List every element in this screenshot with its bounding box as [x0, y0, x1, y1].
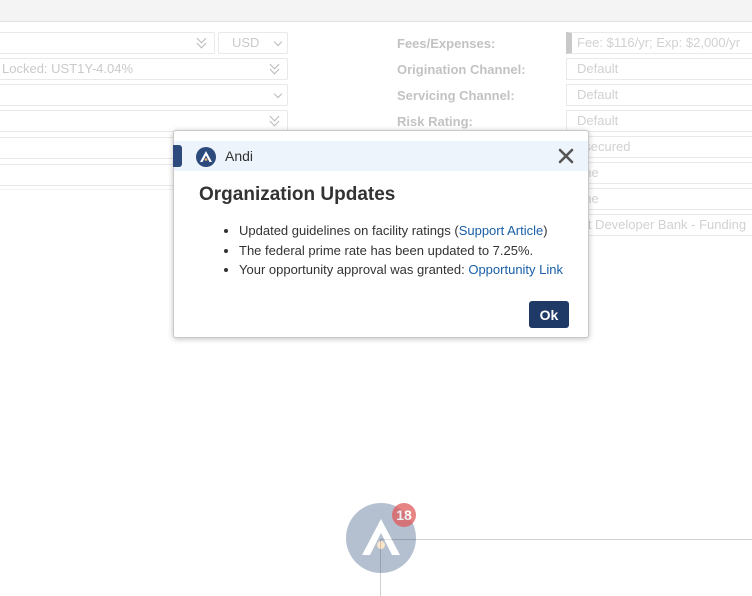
secured-field[interactable]: nsecured: [566, 136, 752, 158]
opportunity-link[interactable]: Opportunity Link: [468, 262, 563, 277]
currency-value: USD: [232, 35, 260, 50]
funding-field[interactable]: rst Developer Bank - Funding: [566, 214, 752, 236]
left-select-4[interactable]: [0, 110, 288, 132]
support-article-link[interactable]: Support Article: [459, 223, 544, 238]
left-field-6[interactable]: [0, 164, 178, 186]
field-none-1[interactable]: one: [566, 162, 752, 184]
servicing-label: Servicing Channel:: [397, 88, 515, 103]
dialog-title: Organization Updates: [199, 184, 396, 205]
field-none-2[interactable]: one: [566, 188, 752, 210]
updates-list: Updated guidelines on facility ratings (…: [199, 221, 563, 280]
list-item: The federal prime rate has been updated …: [239, 241, 563, 261]
risk-rating-label: Risk Rating:: [397, 114, 473, 129]
item-suffix: ): [543, 223, 548, 238]
risk-rating-field[interactable]: Default: [566, 110, 752, 132]
dialog-app-name: Andi: [225, 148, 254, 164]
top-bar: [0, 0, 752, 22]
bottom-panel: [380, 539, 752, 596]
double-chevron-icon: [269, 113, 281, 129]
servicing-field[interactable]: Default: [566, 84, 752, 106]
item-text: Updated guidelines on facility ratings (: [239, 223, 459, 238]
fees-field[interactable]: Fee: $116/yr; Exp: $2,000/yr: [566, 32, 752, 54]
ok-button[interactable]: Ok: [529, 301, 569, 328]
item-text: The federal prime rate has been updated …: [239, 242, 534, 258]
item-text: Your opportunity approval was granted:: [239, 262, 469, 277]
close-icon[interactable]: [558, 148, 574, 164]
left-select-1[interactable]: [0, 32, 215, 54]
header-accent-tab: [173, 145, 182, 167]
fees-label: Fees/Expenses:: [397, 36, 496, 51]
double-chevron-icon: [196, 35, 208, 51]
rate-select[interactable]: Locked: UST1Y-4.04%: [0, 58, 288, 80]
origination-label: Origination Channel:: [397, 62, 526, 77]
double-chevron-icon: [269, 61, 281, 77]
left-field-5[interactable]: [0, 137, 178, 159]
andi-avatar-icon: [196, 147, 216, 167]
organization-updates-dialog: Andi Organization Updates Updated guidel…: [173, 130, 589, 338]
notification-badge: 18: [392, 503, 416, 527]
list-item: Updated guidelines on facility ratings (…: [239, 221, 563, 241]
origination-field[interactable]: Default: [566, 58, 752, 80]
rate-value: Locked: UST1Y-4.04%: [2, 61, 134, 76]
left-select-3[interactable]: [0, 84, 288, 106]
currency-select[interactable]: USD: [218, 32, 288, 54]
list-item: Your opportunity approval was granted: O…: [239, 260, 563, 280]
